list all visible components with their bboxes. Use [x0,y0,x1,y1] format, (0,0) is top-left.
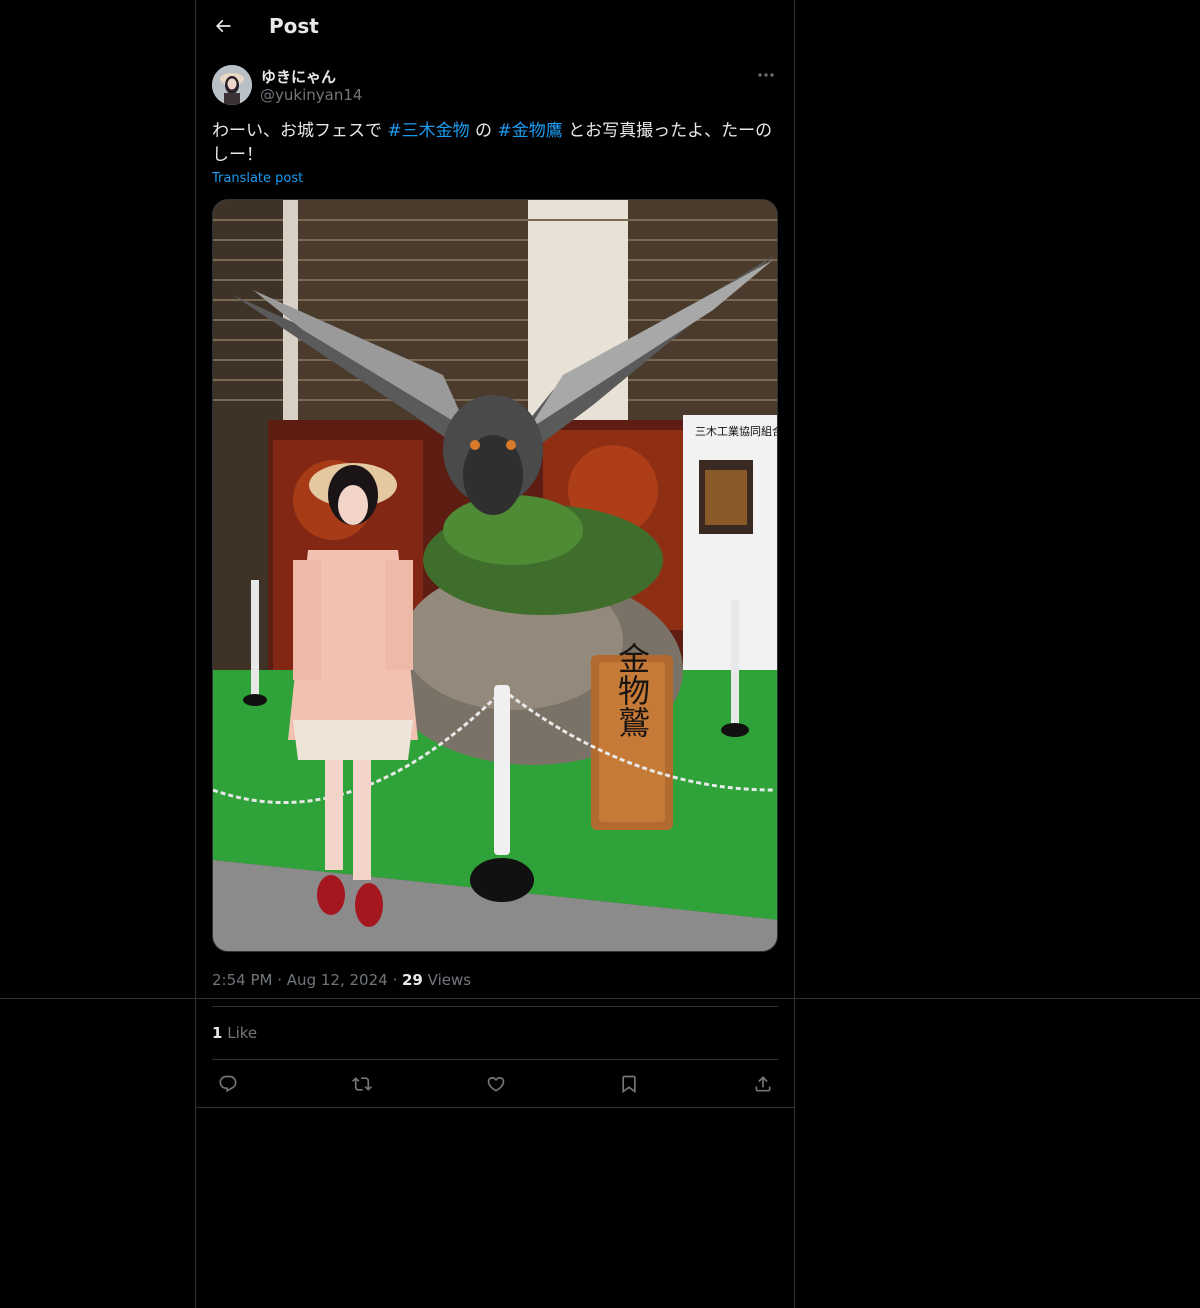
likes-summary[interactable]: 1 Like [212,1024,257,1042]
author-row: ゆきにゃん @yukinyan14 [212,65,778,107]
back-arrow-icon [215,19,231,33]
more-icon [758,73,774,77]
divider [212,1006,778,1007]
avatar[interactable] [212,65,252,105]
header: Post [196,0,794,53]
bookmark-button[interactable] [613,1068,645,1100]
page-title: Post [269,14,319,38]
bookmark-icon [622,1075,636,1094]
post-column: Post ゆきにゃん @yukinyan14 わーい、お城フェスで #三木金物 … [195,0,795,1308]
photo-scene: 三木工業協同組合 金物鷲 [213,200,778,951]
share-button[interactable] [747,1068,779,1100]
views-label: Views [427,971,472,989]
info-panel-title: 三木工業協同組合 [695,424,778,438]
heart-icon [487,1076,505,1092]
repost-icon [352,1077,372,1091]
hashtag-link[interactable]: #金物鷹 [497,121,562,141]
repost-button[interactable] [346,1068,378,1100]
back-button[interactable] [206,9,240,43]
reply-icon [219,1075,237,1093]
share-icon [755,1076,771,1092]
post-photo[interactable]: 三木工業協同組合 金物鷲 [212,199,778,952]
avatar-image [212,65,252,105]
likes-count: 1 [212,1024,223,1042]
more-options-button[interactable] [754,65,778,85]
action-bar [212,1068,778,1100]
post-text-middle: の [469,121,498,141]
post-text-start: わーい、お城フェスで [212,121,388,141]
plaque-text: 金物鷲 [613,642,651,738]
like-button[interactable] [480,1068,512,1100]
author-handle[interactable]: @yukinyan14 [260,86,362,104]
meta-separator: · [392,971,398,989]
post-text: わーい、お城フェスで #三木金物 の #金物鷹 とお写真撮ったよ、たーのしー！ [212,119,778,167]
divider [212,1059,778,1060]
post-meta: 2:54 PM · Aug 12, 2024 · 29 Views [212,971,471,989]
post-date[interactable]: Aug 12, 2024 [287,971,388,989]
meta-separator: · [277,971,283,989]
views-count: 29 [402,971,423,989]
hashtag-link[interactable]: #三木金物 [387,121,469,141]
divider [196,1107,794,1108]
reply-button[interactable] [212,1068,244,1100]
translate-post-link[interactable]: Translate post [212,171,303,186]
likes-label: Like [227,1024,258,1042]
author-display-name[interactable]: ゆきにゃん [261,66,336,87]
wood-plaque: 金物鷲 [591,642,673,830]
post-time[interactable]: 2:54 PM [212,971,272,989]
